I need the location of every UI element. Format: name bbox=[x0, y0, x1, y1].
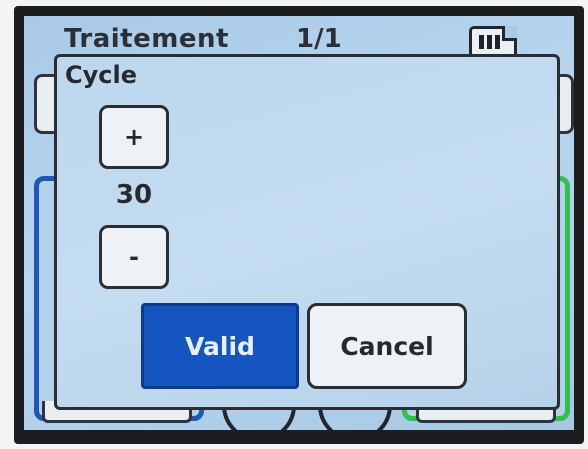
device-screen: Traitement 1/1 Cycle + 30 - Valid Cancel bbox=[24, 16, 574, 430]
decrement-label: - bbox=[129, 243, 139, 271]
valid-button[interactable]: Valid bbox=[141, 303, 299, 389]
decrement-button[interactable]: - bbox=[99, 225, 169, 289]
dialog-title: Cycle bbox=[65, 61, 137, 89]
increment-label: + bbox=[123, 123, 145, 151]
cycle-value: 30 bbox=[115, 180, 153, 210]
cycle-dialog: Cycle + 30 - Valid Cancel bbox=[54, 54, 560, 410]
page-indicator: 1/1 bbox=[296, 24, 342, 54]
cancel-button-label: Cancel bbox=[340, 331, 434, 361]
cancel-button[interactable]: Cancel bbox=[307, 303, 467, 389]
valid-button-label: Valid bbox=[185, 331, 255, 361]
header-title: Traitement bbox=[64, 24, 229, 54]
increment-button[interactable]: + bbox=[99, 105, 169, 169]
